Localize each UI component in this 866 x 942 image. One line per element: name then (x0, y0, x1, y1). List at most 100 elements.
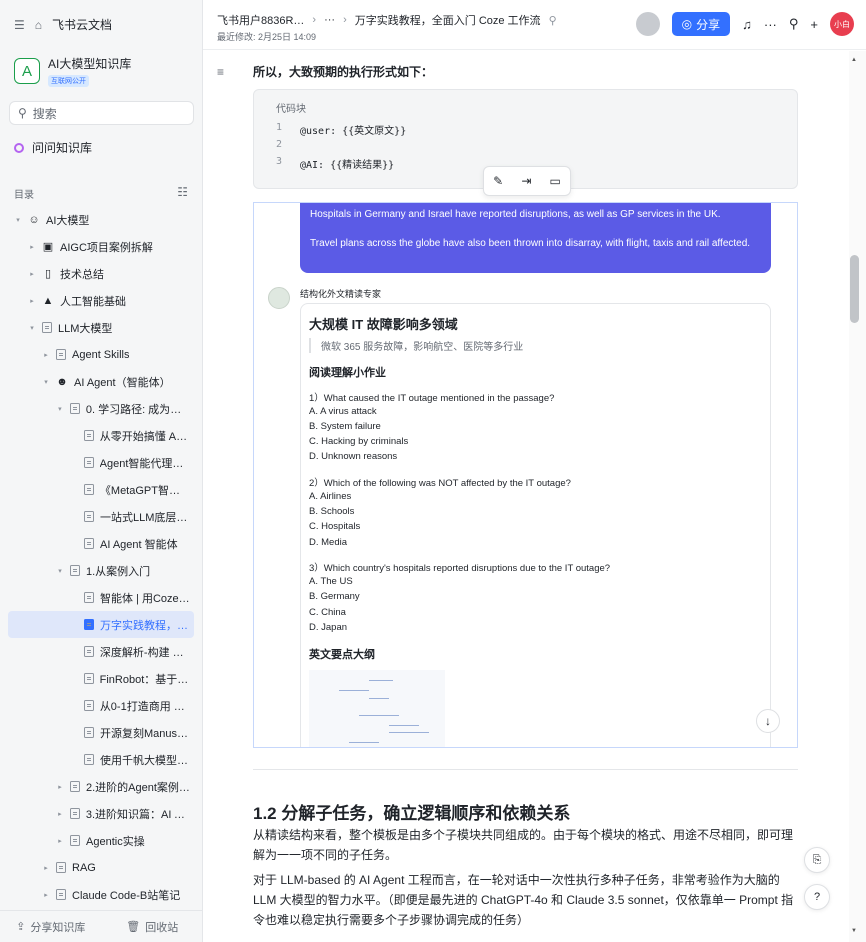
sidebar-footer: ⇪ 分享知识库 🗑 回收站 (0, 910, 203, 942)
tree-item-label: 深度解析-构建 A… (99, 646, 190, 659)
caret-icon[interactable]: ▸ (42, 351, 50, 359)
document-icon (69, 808, 80, 819)
breadcrumb-title[interactable]: 万字实践教程，全面入门 Coze 工作流 (355, 12, 541, 28)
caret-icon[interactable]: ▸ (28, 270, 36, 278)
tree-item[interactable]: ▾ LLM大模型 (0, 314, 190, 341)
help-button[interactable]: ? (804, 884, 830, 910)
ask-knowledge-base[interactable]: 问问知识库 (14, 139, 92, 156)
floating-toolbar: ✎ ⇥ ▭ (483, 166, 571, 196)
caret-icon[interactable]: ▾ (28, 324, 36, 332)
tree-item[interactable]: 从零开始搞懂 AI … (0, 422, 190, 449)
tree-item[interactable]: FinRobot：基于L… (0, 665, 190, 692)
tree-item-label: Agentic实操 (86, 835, 145, 848)
tree-item-label: 0. 学习路径: 成为基… (85, 403, 190, 416)
tree-item[interactable]: ▸ Agentic实操 (0, 827, 190, 854)
collapse-sidebar-icon[interactable]: ☰ (14, 19, 25, 31)
tree-item[interactable]: 一站式LLM底层… (0, 503, 190, 530)
tree-item[interactable]: 开源复刻Manus… (0, 719, 190, 746)
answer-option: C. China (309, 606, 346, 618)
page-emoji-icon: ▣ (42, 241, 54, 253)
tree-item-label: 从零开始搞懂 AI … (99, 430, 190, 443)
scroll-down-button[interactable]: ↓ (756, 709, 780, 733)
document-icon (83, 457, 94, 468)
line-number: 1 (276, 122, 283, 133)
page-emoji-icon: ☺ (28, 213, 40, 226)
more-icon[interactable]: ··· (764, 17, 777, 32)
home-icon[interactable]: ⌂ (35, 19, 42, 31)
tree-item[interactable]: ▸ ▲ 人工智能基础 (0, 287, 190, 314)
caret-icon[interactable]: ▸ (42, 891, 50, 899)
help-icon: ? (813, 891, 821, 903)
comment-icon[interactable]: ▭ (550, 174, 561, 188)
bubble-text: Hospitals in Germany and Israel have rep… (310, 209, 721, 220)
sidebar-top: ☰ ⌂ 飞书云文档 (14, 16, 112, 33)
bell-icon[interactable]: ♫ (742, 17, 752, 32)
tree-item[interactable]: ▸ ▯ 技术总结 (0, 260, 190, 287)
user-avatar[interactable]: 小白 (830, 12, 854, 36)
share-button[interactable]: ◎ 分享 (671, 12, 731, 36)
caret-icon[interactable]: ▸ (56, 810, 64, 818)
tree-item[interactable]: 深度解析-构建 A… (0, 638, 190, 665)
caret-icon[interactable]: ▾ (42, 378, 50, 386)
tree-item[interactable]: ▾ ☺ AI大模型 (0, 206, 190, 233)
mindmap-thumbnail (309, 670, 445, 747)
caret-icon[interactable]: ▸ (28, 243, 36, 251)
breadcrumb-more[interactable]: ··· (324, 14, 335, 26)
document-icon (84, 511, 94, 522)
caret-icon[interactable]: ▾ (56, 405, 64, 413)
trash-button[interactable]: 🗑 回收站 (102, 919, 204, 935)
tree-item-label: Agent Skills (72, 348, 130, 361)
share-icon: ⇪ (16, 921, 26, 933)
embedded-screenshot[interactable]: Hospitals in Germany and Israel have rep… (253, 202, 798, 748)
scroll-down-arrow-icon[interactable]: ▼ (851, 928, 857, 934)
tree-item[interactable]: 从0-1打造商用 A… (0, 692, 190, 719)
scroll-up-arrow-icon[interactable]: ▲ (851, 57, 857, 63)
brand-name[interactable]: 飞书云文档 (52, 16, 112, 33)
caret-icon[interactable]: ▸ (28, 297, 36, 305)
tree-item[interactable]: ▸ Agent Skills (0, 341, 190, 368)
kb-avatar: A (14, 58, 40, 84)
answer-option: C. Hospitals (309, 521, 361, 533)
document-icon (83, 673, 94, 684)
tree-item[interactable]: 《MetaGPT智能… (0, 476, 190, 503)
share-label: 分享 (696, 17, 721, 32)
share-kb-button[interactable]: ⇪ 分享知识库 (0, 919, 102, 935)
page-emoji-icon: ▯ (44, 268, 52, 280)
knowledge-base-header[interactable]: A AI大模型知识库 互联网公开 (14, 55, 131, 87)
sidebar-search[interactable]: ⚲ 搜索 (9, 101, 194, 125)
pin-icon[interactable]: ⚲ (549, 14, 557, 27)
caret-icon[interactable]: ▾ (56, 567, 64, 575)
tree-item[interactable]: AI Agent 智能体 (0, 530, 190, 557)
caret-icon[interactable]: ▸ (56, 837, 64, 845)
breadcrumb-user[interactable]: 飞书用户8836R… (217, 12, 304, 28)
tree-item[interactable]: ▸ ▣ AIGC项目案例拆解 (0, 233, 190, 260)
caret-icon[interactable]: ▸ (42, 864, 50, 872)
caret-icon[interactable]: ▾ (14, 216, 22, 224)
tree-item[interactable]: ▾ ☻ AI Agent（智能体） (0, 368, 190, 395)
add-icon[interactable]: + (810, 17, 818, 32)
copy-link-button[interactable]: ⎘ (804, 847, 830, 873)
collaborator-avatar[interactable] (635, 12, 660, 36)
tree-item[interactable]: 万字实践教程，… (8, 611, 194, 638)
toc-list-icon[interactable]: ☷ (177, 186, 188, 201)
search-icon[interactable]: ⚲ (789, 16, 799, 32)
scrollbar-thumb[interactable] (850, 255, 859, 323)
document-icon (56, 862, 66, 873)
tree-item[interactable]: ▸ 3.进阶知识篇：AI A… (0, 800, 190, 827)
tree-item[interactable]: ▾ 1.从案例入门 (0, 557, 190, 584)
tree-item[interactable]: 使用千帆大模型… (0, 746, 190, 773)
caret-icon[interactable]: ▸ (56, 783, 64, 791)
tree-item[interactable]: 智能体 | 用Coze… (0, 584, 190, 611)
format-icon[interactable]: ⇥ (521, 174, 531, 188)
tree-item[interactable]: ▸ RAG (0, 854, 190, 881)
document-icon (70, 565, 80, 576)
tree-item[interactable]: ▸ 2.进阶的Agent案例… (0, 773, 190, 800)
tree-item[interactable]: ▸ Claude Code-B站笔记 (0, 881, 190, 908)
tree-item[interactable]: Agent智能代理开… (0, 449, 190, 476)
last-modified: 最近修改: 2月25日 14:09 (217, 32, 317, 42)
page-emoji-icon: ☻ (56, 375, 68, 388)
scrollbar-track[interactable] (849, 51, 866, 942)
paragraph-menu-icon[interactable]: ≡ (217, 65, 224, 79)
tree-item[interactable]: ▾ 0. 学习路径: 成为基… (0, 395, 190, 422)
edit-icon[interactable]: ✎ (493, 174, 503, 188)
